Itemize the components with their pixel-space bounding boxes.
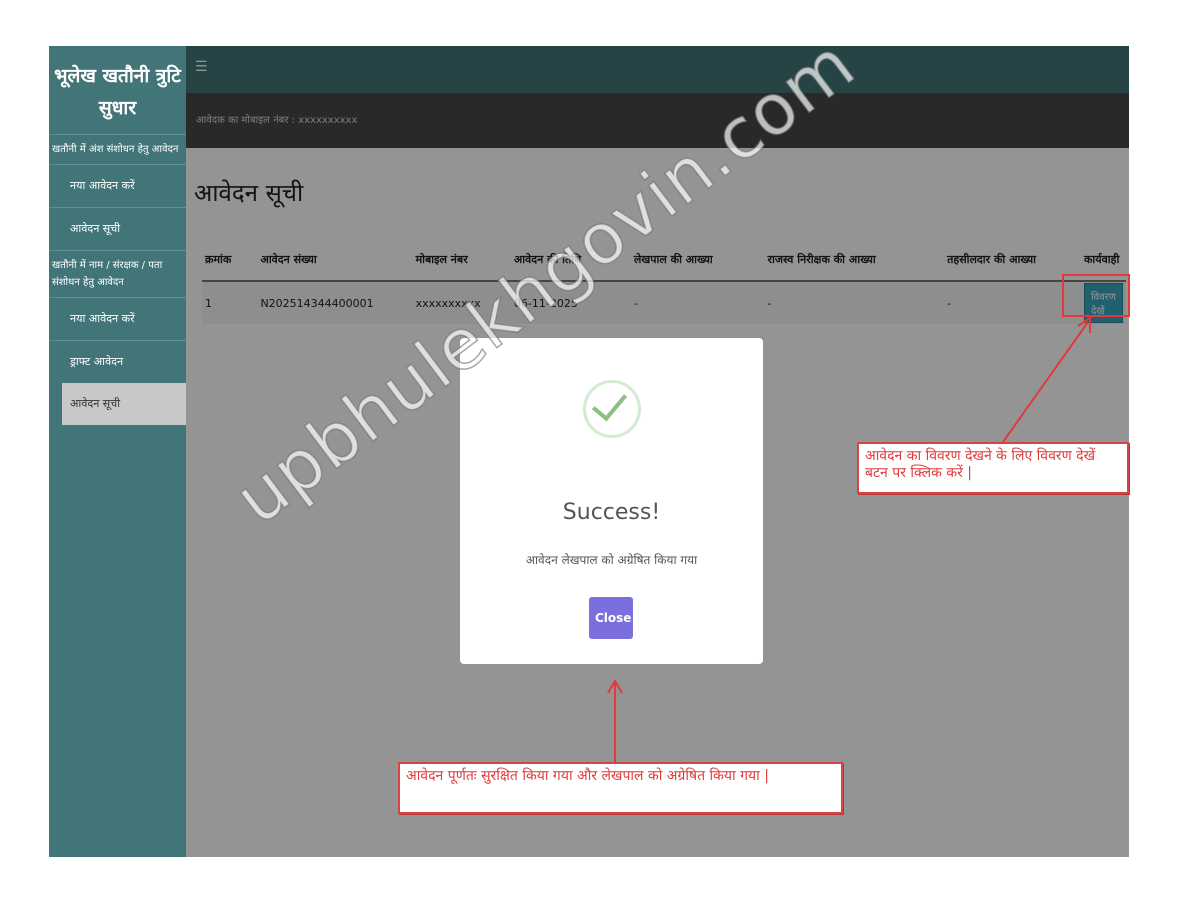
sidebar-item-new-application-2[interactable]: नया आवेदन करें [49, 297, 186, 340]
sidebar: भूलेख खतौनी त्रुटि सुधार खतौनी में अंश स… [49, 46, 186, 857]
sidebar-item-application-list-1[interactable]: आवेदन सूची [49, 207, 186, 250]
annotation-highlight-box [1062, 274, 1130, 317]
success-modal: Success! आवेदन लेखपाल को अग्रेषित किया ग… [460, 338, 763, 664]
annotation-success-callout: आवेदन पूर्णतः सुरक्षित किया गया और लेखपा… [398, 762, 843, 814]
brand-title: भूलेख खतौनी त्रुटि सुधार [54, 65, 181, 119]
sidebar-item-draft-application[interactable]: ड्राफ्ट आवेदन [49, 340, 186, 383]
annotation-view-details-callout: आवेदन का विवरण देखने के लिए विवरण देखें … [857, 442, 1129, 494]
close-button[interactable]: Close [589, 597, 633, 639]
modal-message: आवेदन लेखपाल को अग्रेषित किया गया [525, 553, 698, 567]
sidebar-section-share-correction: खतौनी में अंश संशोधन हेतु आवेदन [49, 134, 186, 164]
modal-title: Success! [562, 500, 661, 525]
sidebar-section-name-correction: खतौनी में नाम / संरक्षक / पता संशोधन हेत… [49, 250, 186, 297]
sidebar-item-application-list-2[interactable]: आवेदन सूची [62, 383, 186, 425]
success-check-icon [583, 380, 641, 438]
sidebar-item-new-application-1[interactable]: नया आवेदन करें [49, 164, 186, 207]
